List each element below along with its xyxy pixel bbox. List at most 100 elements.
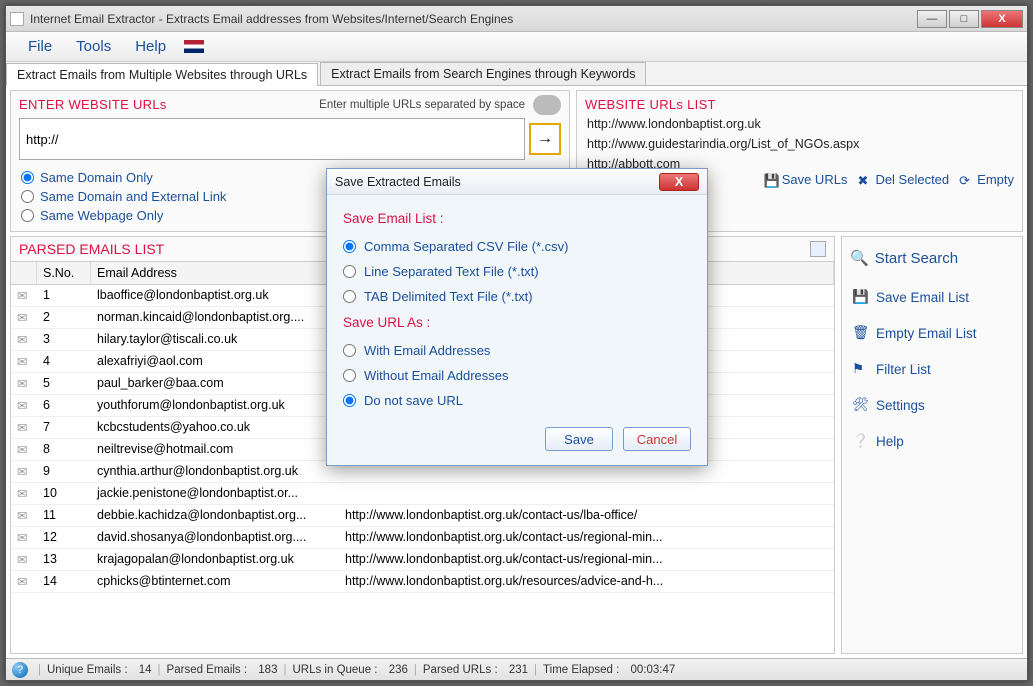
maximize-button[interactable]: □ xyxy=(949,10,979,28)
status-parsed-value: 183 xyxy=(258,664,277,676)
table-row[interactable]: ✉11debbie.kachidza@londonbaptist.org...h… xyxy=(11,505,834,527)
menu-help[interactable]: Help xyxy=(123,34,178,59)
titlebar: Internet Email Extractor - Extracts Emai… xyxy=(6,6,1027,32)
mail-icon: ✉ xyxy=(11,439,37,460)
save-urls-button[interactable]: 💾Save URLs xyxy=(764,172,848,187)
enter-urls-hint: Enter multiple URLs separated by space xyxy=(319,99,525,111)
dialog-cancel-button[interactable]: Cancel xyxy=(623,427,691,451)
list-item[interactable]: http://abbott.com xyxy=(587,154,1012,168)
app-icon xyxy=(10,12,24,26)
dialog-save-button[interactable]: Save xyxy=(545,427,613,451)
window-title: Internet Email Extractor - Extracts Emai… xyxy=(30,12,513,26)
radio-with-email[interactable]: With Email Addresses xyxy=(343,338,691,363)
tab-urls[interactable]: Extract Emails from Multiple Websites th… xyxy=(6,63,318,86)
statusbar: ? | Unique Emails : 14 | Parsed Emails :… xyxy=(6,658,1027,680)
radio-without-email[interactable]: Without Email Addresses xyxy=(343,363,691,388)
status-unique-label: Unique Emails : xyxy=(47,664,128,676)
email-count-icon[interactable] xyxy=(810,241,826,257)
list-item[interactable]: http://www.londonbaptist.org.uk xyxy=(587,114,1012,134)
cell-sno: 11 xyxy=(37,505,91,526)
close-button[interactable]: X xyxy=(981,10,1023,28)
radio-csv[interactable]: Comma Separated CSV File (*.csv) xyxy=(343,234,691,259)
status-purl-label: Parsed URLs : xyxy=(423,664,498,676)
help-icon: ❔ xyxy=(852,433,868,449)
cell-url xyxy=(339,483,834,504)
dialog-section-save-url: Save URL As : xyxy=(343,315,691,330)
cell-email: lbaoffice@londonbaptist.org.uk xyxy=(91,285,339,306)
cell-email: cphicks@btinternet.com xyxy=(91,571,339,592)
col-email[interactable]: Email Address xyxy=(91,262,339,284)
empty-email-list-button[interactable]: 🗑Empty Email List xyxy=(848,317,1016,349)
filter-list-button[interactable]: ⚑Filter List xyxy=(848,353,1016,385)
cell-url: http://www.londonbaptist.org.uk/contact-… xyxy=(339,549,834,570)
cell-email: david.shosanya@londonbaptist.org.... xyxy=(91,527,339,548)
cell-sno: 2 xyxy=(37,307,91,328)
dialog-title: Save Extracted Emails xyxy=(335,175,461,189)
help-button[interactable]: ❔Help xyxy=(848,425,1016,457)
cell-sno: 5 xyxy=(37,373,91,394)
table-row[interactable]: ✉12david.shosanya@londonbaptist.org....h… xyxy=(11,527,834,549)
menu-file[interactable]: File xyxy=(16,34,64,59)
empty-icon: 🗑 xyxy=(852,325,868,341)
table-row[interactable]: ✉10jackie.penistone@londonbaptist.or... xyxy=(11,483,834,505)
cell-email: alexafriyi@aol.com xyxy=(91,351,339,372)
menu-tools[interactable]: Tools xyxy=(64,34,123,59)
cell-sno: 10 xyxy=(37,483,91,504)
delete-icon: ✖ xyxy=(857,173,871,187)
mail-icon: ✉ xyxy=(11,395,37,416)
cell-sno: 4 xyxy=(37,351,91,372)
del-selected-button[interactable]: ✖Del Selected xyxy=(857,172,949,187)
save-email-list-button[interactable]: 💾Save Email List xyxy=(848,281,1016,313)
cell-email: kcbcstudents@yahoo.co.uk xyxy=(91,417,339,438)
mail-icon: ✉ xyxy=(11,505,37,526)
cell-email: norman.kincaid@londonbaptist.org.... xyxy=(91,307,339,328)
save-dialog: Save Extracted Emails X Save Email List … xyxy=(326,168,708,466)
cell-email: youthforum@londonbaptist.org.uk xyxy=(91,395,339,416)
status-purl-value: 231 xyxy=(509,664,528,676)
status-time-label: Time Elapsed : xyxy=(543,664,619,676)
actions-sidebar: 🔍Start Search 💾Save Email List 🗑Empty Em… xyxy=(841,236,1023,654)
radio-no-url[interactable]: Do not save URL xyxy=(343,388,691,413)
cell-email: cynthia.arthur@londonbaptist.org.uk xyxy=(91,461,339,482)
cell-url: http://www.londonbaptist.org.uk/contact-… xyxy=(339,527,834,548)
dialog-section-save-list: Save Email List : xyxy=(343,211,691,226)
cell-sno: 8 xyxy=(37,439,91,460)
cell-email: krajagopalan@londonbaptist.org.uk xyxy=(91,549,339,570)
cell-email: hilary.taylor@tiscali.co.uk xyxy=(91,329,339,350)
language-flag-icon[interactable] xyxy=(184,40,204,53)
cell-sno: 14 xyxy=(37,571,91,592)
urls-list[interactable]: http://www.londonbaptist.org.uk http://w… xyxy=(577,114,1022,168)
urls-list-title: WEBSITE URLs LIST xyxy=(577,91,1022,114)
cell-sno: 3 xyxy=(37,329,91,350)
mail-icon: ✉ xyxy=(11,351,37,372)
cell-url: http://www.londonbaptist.org.uk/contact-… xyxy=(339,505,834,526)
save-icon: 💾 xyxy=(852,289,868,305)
start-search-button[interactable]: 🔍Start Search xyxy=(848,245,1016,277)
cell-sno: 9 xyxy=(37,461,91,482)
tab-keywords[interactable]: Extract Emails from Search Engines throu… xyxy=(320,62,646,85)
table-row[interactable]: ✉13krajagopalan@londonbaptist.org.ukhttp… xyxy=(11,549,834,571)
cell-email: paul_barker@baa.com xyxy=(91,373,339,394)
cell-sno: 12 xyxy=(37,527,91,548)
go-button[interactable]: → xyxy=(529,123,561,155)
list-item[interactable]: http://www.guidestarindia.org/List_of_NG… xyxy=(587,134,1012,154)
table-row[interactable]: ✉14cphicks@btinternet.comhttp://www.lond… xyxy=(11,571,834,593)
mail-icon: ✉ xyxy=(11,461,37,482)
status-unique-value: 14 xyxy=(139,664,152,676)
empty-button[interactable]: ⟳Empty xyxy=(959,172,1014,187)
col-sno[interactable]: S.No. xyxy=(37,262,91,284)
cell-sno: 13 xyxy=(37,549,91,570)
status-help-icon[interactable]: ? xyxy=(12,662,28,678)
minimize-button[interactable]: — xyxy=(917,10,947,28)
filter-icon: ⚑ xyxy=(852,361,868,377)
parsed-emails-title: PARSED EMAILS LIST xyxy=(19,241,164,257)
cell-email: jackie.penistone@londonbaptist.or... xyxy=(91,483,339,504)
save-icon: 💾 xyxy=(764,173,778,187)
url-input[interactable] xyxy=(19,118,525,160)
radio-tab-txt[interactable]: TAB Delimited Text File (*.txt) xyxy=(343,284,691,309)
mail-icon: ✉ xyxy=(11,527,37,548)
dialog-close-button[interactable]: X xyxy=(659,173,699,191)
settings-icon: 🛠 xyxy=(852,397,868,413)
settings-button[interactable]: 🛠Settings xyxy=(848,389,1016,421)
radio-line-txt[interactable]: Line Separated Text File (*.txt) xyxy=(343,259,691,284)
